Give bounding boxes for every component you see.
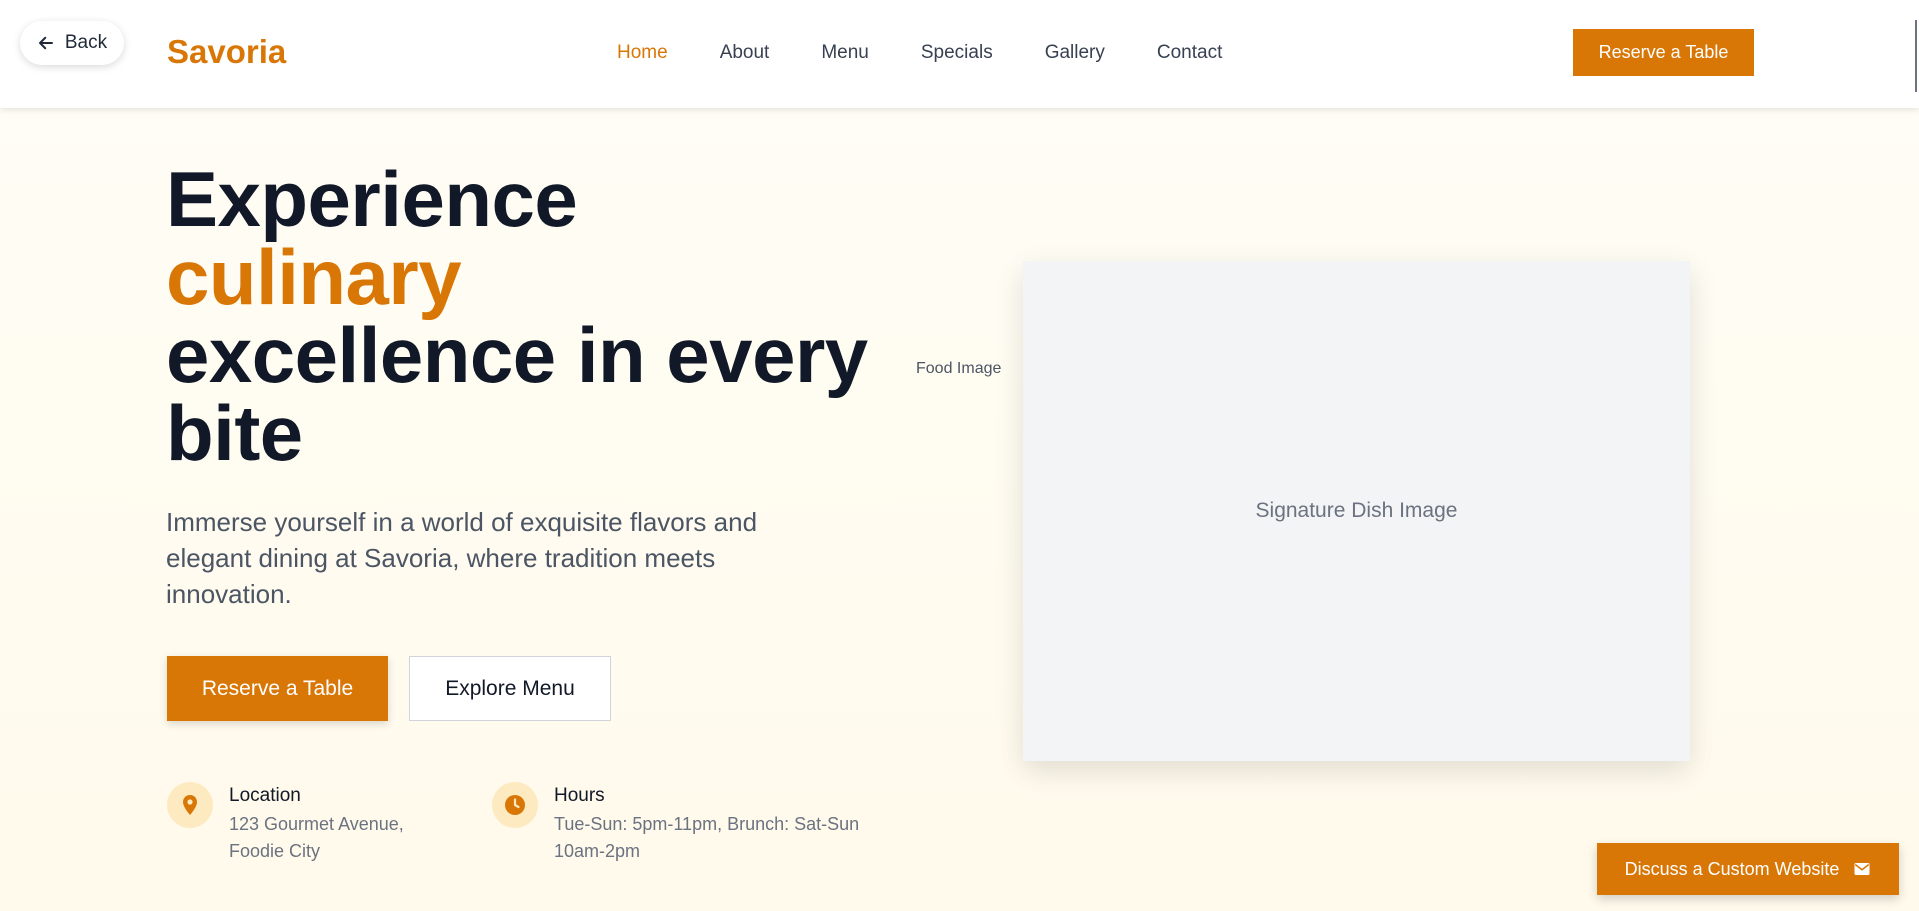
- map-pin-icon: [183, 795, 197, 815]
- nav-home[interactable]: Home: [617, 42, 668, 64]
- hero-subtitle: Immerse yourself in a world of exquisite…: [166, 507, 758, 609]
- nav-contact[interactable]: Contact: [1157, 42, 1222, 64]
- discuss-website-label: Discuss a Custom Website: [1624, 858, 1840, 879]
- hours-icon-badge: [492, 782, 538, 828]
- site-header: Back Savoria Home About Menu Specials Ga…: [0, 0, 1919, 108]
- main-nav: Home About Menu Specials Gallery Contact: [617, 42, 1222, 64]
- food-image-label: Food Image: [916, 360, 1002, 377]
- header-reserve-button[interactable]: Reserve a Table: [1573, 29, 1754, 76]
- signature-dish-image: Signature Dish Image: [1023, 261, 1690, 761]
- envelope-icon: [1854, 863, 1870, 875]
- nav-gallery[interactable]: Gallery: [1045, 42, 1105, 64]
- scrollbar[interactable]: [1915, 20, 1917, 92]
- explore-menu-button[interactable]: Explore Menu: [409, 656, 611, 721]
- back-button[interactable]: Back: [20, 21, 124, 65]
- hours-line-2: 10am-2pm: [554, 841, 641, 861]
- clock-icon: [505, 795, 525, 815]
- hours-text: Hours Tue-Sun: 5pm-11pm, Brunch: Sat-Sun…: [554, 782, 859, 865]
- location-text: Location 123 Gourmet Avenue, Foodie City: [229, 782, 404, 865]
- discuss-website-button[interactable]: Discuss a Custom Website: [1597, 843, 1899, 895]
- location-line-2: Foodie City: [229, 841, 321, 861]
- nav-menu[interactable]: Menu: [821, 42, 869, 64]
- hours-label: Hours: [554, 785, 605, 806]
- hero-title-line-4: bite: [166, 389, 303, 477]
- nav-about[interactable]: About: [720, 42, 770, 64]
- dish-image-placeholder: Signature Dish Image: [1255, 499, 1458, 522]
- hours-info: Hours Tue-Sun: 5pm-11pm, Brunch: Sat-Sun…: [492, 782, 859, 865]
- location-label: Location: [229, 785, 301, 806]
- hero-title-line-3: excellence in every: [166, 311, 868, 399]
- back-button-label: Back: [64, 32, 108, 53]
- hero-title-line-1: Experience: [166, 155, 578, 243]
- location-line-1: 123 Gourmet Avenue,: [229, 814, 404, 834]
- nav-specials[interactable]: Specials: [921, 42, 993, 64]
- hero-title: Experience culinary excellence in every …: [166, 160, 926, 472]
- location-info: Location 123 Gourmet Avenue, Foodie City: [167, 782, 404, 865]
- hero-title-accent: culinary: [166, 233, 462, 321]
- reserve-table-button[interactable]: Reserve a Table: [167, 656, 388, 721]
- arrow-left-icon: [38, 36, 53, 50]
- hours-line-1: Tue-Sun: 5pm-11pm, Brunch: Sat-Sun: [554, 814, 860, 834]
- brand-logo[interactable]: Savoria: [167, 33, 286, 71]
- location-icon-badge: [167, 782, 213, 828]
